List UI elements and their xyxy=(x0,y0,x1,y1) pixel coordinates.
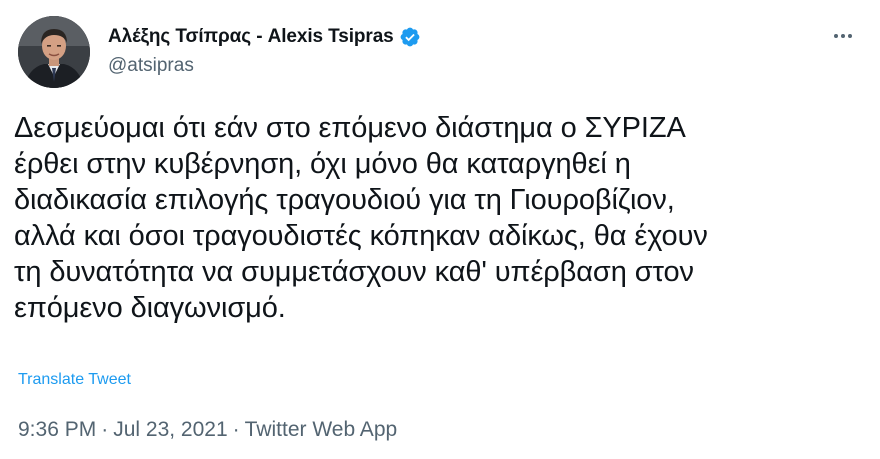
tweet-card: Αλέξης Τσίπρας - Alexis Tsipras @atsipra… xyxy=(0,0,880,459)
verified-badge-icon xyxy=(399,26,421,48)
meta-separator: · xyxy=(101,418,109,441)
translate-tweet-link[interactable]: Translate Tweet xyxy=(18,371,131,389)
author-display-name[interactable]: Αλέξης Τσίπρας - Alexis Tsipras xyxy=(108,26,394,48)
author-handle[interactable]: @atsipras xyxy=(108,55,421,77)
meta-separator: · xyxy=(232,418,240,441)
more-dot xyxy=(841,34,845,38)
tweet-meta: 9:36 PM · Jul 23, 2021 · Twitter Web App xyxy=(18,418,397,442)
author-info: Αλέξης Τσίπρας - Alexis Tsipras @atsipra… xyxy=(108,25,421,77)
avatar[interactable] xyxy=(18,16,90,88)
avatar-portrait-icon xyxy=(18,16,90,88)
more-dot xyxy=(834,34,838,38)
more-options-icon[interactable] xyxy=(828,24,858,48)
more-dot xyxy=(848,34,852,38)
tweet-time[interactable]: 9:36 PM xyxy=(18,418,96,442)
tweet-text: Δεσμεύομαι ότι εάν στο επόμενο διάστημα … xyxy=(14,112,708,324)
tweet-date[interactable]: Jul 23, 2021 xyxy=(113,418,227,442)
author-name-row: Αλέξης Τσίπρας - Alexis Tsipras xyxy=(108,25,421,49)
tweet-source[interactable]: Twitter Web App xyxy=(245,418,398,442)
